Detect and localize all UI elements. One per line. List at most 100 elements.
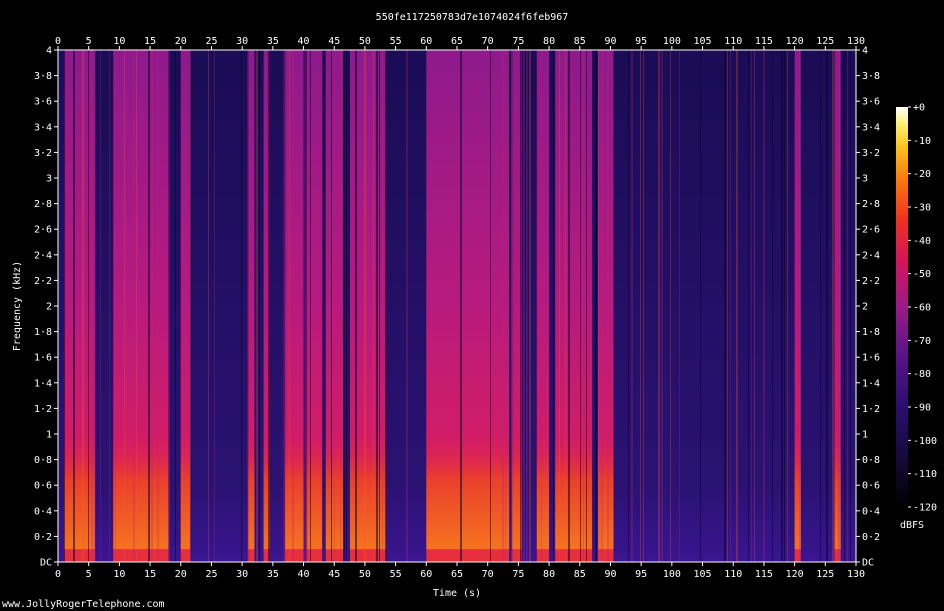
x-tick-label: 0 [55, 36, 61, 47]
stripe [307, 50, 308, 562]
stripe [850, 50, 851, 562]
stripe [568, 50, 570, 562]
stripe [580, 50, 581, 562]
stripe [157, 50, 159, 562]
x-tick-label: 35 [267, 36, 279, 47]
y-tick-label: 2·8 [862, 199, 880, 210]
y-tick-label: 2·8 [34, 199, 52, 210]
colorbar-tick-label: -80 [913, 369, 931, 380]
stripe [529, 50, 531, 562]
x-tick-label: 30 [236, 36, 248, 47]
colorbar-tick-label: -60 [913, 303, 931, 314]
y-tick-label: 0·2 [862, 532, 880, 543]
y-tick-label: 3·6 [34, 97, 52, 108]
colorbar-tick-label: -10 [913, 136, 931, 147]
x-tick-label: 60 [420, 36, 432, 47]
loud-segment-lowband [598, 434, 614, 550]
watermark: www.JollyRogerTelephone.com [2, 599, 165, 610]
x-tick-label: 80 [543, 569, 555, 580]
y-axis-left: DC 0·2 0·4 0·6 0·8 1 1·2 1·4 1·6 1·8 2 2·2 2·4 2·6 2·8… [34, 46, 58, 569]
loud-segment-lowband [113, 434, 169, 550]
x-tick-label: 55 [390, 569, 402, 580]
loud-segment-lowband [285, 434, 304, 550]
colorbar-tick-label: -100 [913, 436, 937, 447]
stripe [832, 50, 834, 562]
x-tick-label: 95 [635, 36, 647, 47]
x-tick-label: 125 [816, 36, 834, 47]
stripe [364, 50, 366, 562]
stripe [460, 50, 462, 562]
x-tick-label: 110 [724, 36, 742, 47]
y-tick-label: 1·8 [862, 327, 880, 338]
stripe [670, 50, 671, 562]
y-tick-label: 0·6 [862, 481, 880, 492]
y-tick-label: 0·8 [34, 455, 52, 466]
stripe [322, 50, 323, 562]
stripe [784, 50, 785, 562]
stripe [700, 50, 701, 562]
stripe [847, 50, 848, 562]
y-tick-label: 1 [862, 430, 868, 441]
stripe [724, 50, 726, 562]
stripe [88, 50, 89, 562]
stripe [787, 50, 788, 562]
stripe [373, 50, 374, 562]
stripe [100, 50, 101, 562]
stripe [736, 50, 738, 562]
x-tick-label: 75 [512, 36, 524, 47]
chart-title: 550fe117250783d7e1074024f6feb967 [376, 12, 569, 23]
stripe [346, 50, 347, 562]
stripe [82, 50, 84, 562]
y-tick-label: 0·4 [34, 506, 52, 517]
x-axis-top: 0 5 10 15 20 25 30 35 40 45 50 55 60 65 70 75 80 85 90 95 10… [55, 36, 865, 50]
x-tick-label: 70 [482, 36, 494, 47]
y-tick-label: 0·4 [862, 506, 880, 517]
y-tick-label: DC [40, 558, 52, 569]
loud-segment-lowband [536, 434, 550, 550]
x-tick-label: 125 [816, 569, 834, 580]
stripe [748, 50, 749, 562]
x-tick-label: 35 [267, 569, 279, 580]
stripe [526, 50, 528, 562]
y-tick-label: DC [862, 558, 874, 569]
stripe [268, 50, 270, 562]
y-tick-label: 3·6 [862, 97, 880, 108]
stripe [553, 50, 554, 562]
stripe [289, 50, 290, 562]
stripe [124, 50, 125, 562]
y-tick-label: 1 [46, 430, 52, 441]
loud-segment-lowband [180, 434, 190, 550]
x-tick-label: 50 [359, 569, 371, 580]
colorbar-tick-label: -110 [913, 469, 937, 480]
y-tick-label: 0·8 [862, 455, 880, 466]
loud-segment-lowband [64, 434, 95, 550]
y-tick-label: 1·8 [34, 327, 52, 338]
x-tick-label: 85 [574, 569, 586, 580]
stripe [334, 50, 335, 562]
stripe [640, 50, 641, 562]
stripe [214, 50, 215, 562]
y-tick-label: 3 [862, 174, 868, 185]
stripe [406, 50, 408, 562]
x-tick-label: 20 [175, 36, 187, 47]
colorbar-tick-label: -40 [913, 236, 931, 247]
stripe [259, 50, 260, 562]
stripe [355, 50, 357, 562]
stripe [844, 50, 845, 562]
y-tick-label: 2 [862, 302, 868, 313]
x-tick-label: 95 [635, 569, 647, 580]
stripe [169, 50, 170, 562]
colorbar-tick-label: +0 [913, 103, 925, 114]
x-tick-label: 80 [543, 36, 555, 47]
y-tick-label: 3·8 [34, 71, 52, 82]
plot-area [57, 49, 857, 563]
stripe [133, 50, 135, 562]
colorbar: +0 -10 -20 -30 -40 -50 -60 -70 -80 -90 -100 -110 -12… [896, 103, 937, 531]
stripe [247, 50, 248, 562]
stripe [151, 50, 153, 562]
stripe [190, 50, 191, 562]
stripe [502, 50, 504, 562]
stripe [838, 50, 840, 562]
stripe [292, 50, 294, 562]
x-tick-label: 25 [205, 36, 217, 47]
